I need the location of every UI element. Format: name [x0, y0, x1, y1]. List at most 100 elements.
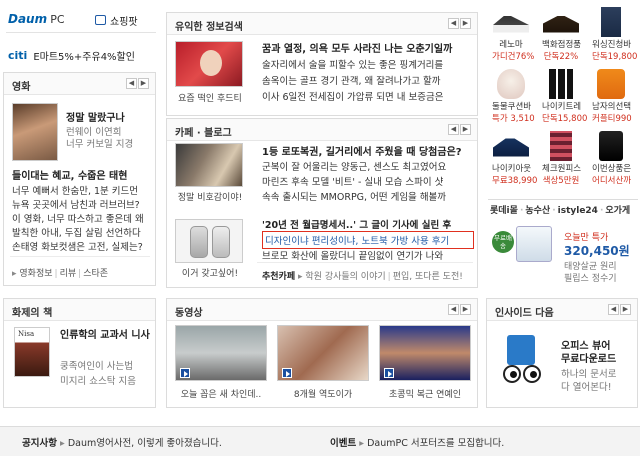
cafe-item[interactable]: 군복이 잘 어울리는 양동근, 센스도 최고였어요: [262, 159, 474, 173]
shop-tabs: 롯데i몰 · 농수산 · istyle24 · 오가게: [490, 206, 631, 216]
product-image[interactable]: [516, 226, 552, 262]
info-thumbnail[interactable]: [175, 41, 243, 87]
shop-tab[interactable]: 롯데i몰: [490, 206, 518, 216]
arrow-right-icon[interactable]: ▶: [460, 18, 471, 29]
rec-item[interactable]: 편입, 또다른 도전!: [393, 272, 463, 282]
notice-text[interactable]: Daum영어사전, 이렇게 좋아졌습니다.: [68, 438, 222, 449]
book-name[interactable]: 인류학의 교과서 니사: [60, 329, 152, 342]
divider: [10, 256, 150, 257]
info-item[interactable]: 이사 6일전 전세집이 가압류 되면 내 보증금은: [262, 89, 474, 103]
free-shipping-badge: 무료배송: [492, 231, 514, 253]
shop-price: 특가 3,510: [492, 114, 535, 124]
video-thumbnail[interactable]: [379, 325, 471, 381]
arrow-right-icon[interactable]: ▶: [460, 124, 471, 135]
rec-item[interactable]: 학원 강사들의 이야기: [305, 272, 385, 282]
info-panel: 유익한 정보검색 ◀ ▶ 요즘 떡인 후드티 꿈과 열정, 의욕 모두 사라진 …: [166, 12, 478, 116]
video-caption[interactable]: 오늘 꼽은 새 차인데..: [171, 387, 271, 400]
movie-item[interactable]: 이 영화, 너무 따스하고 좋은데 왜: [12, 211, 154, 225]
movie-feature-title[interactable]: 정말 말랐구나: [66, 109, 125, 124]
shop-tab[interactable]: istyle24: [558, 206, 598, 216]
info-item[interactable]: 술자리에서 술을 피할수 있는 좋은 핑계거리를: [262, 57, 474, 71]
shop-item[interactable]: 레노마 가디건76%: [492, 7, 534, 62]
shop-item[interactable]: 체크원피스 색상5만원: [542, 131, 581, 186]
movie-starzone-link[interactable]: 스타존: [83, 269, 108, 279]
movie-review-link[interactable]: 리뷰: [60, 269, 77, 279]
info-caption[interactable]: 요즘 떡인 후드티: [171, 91, 249, 104]
inside-header: 인사이드 다음 ◀ ▶: [487, 299, 637, 321]
arrow-left-icon[interactable]: ◀: [448, 124, 459, 135]
badge-text: 무료배송: [494, 234, 512, 250]
video-caption[interactable]: 초콩믹 복근 연예인: [375, 387, 475, 400]
movie-thumbnail[interactable]: [12, 103, 58, 161]
info-headline[interactable]: 꿈과 열정, 의욕 모두 사라진 나는 오춘기일까: [262, 40, 474, 55]
shop-item[interactable]: 워싱진청바 단독19,800: [592, 7, 637, 62]
video-caption[interactable]: 8개월 역도이가: [273, 387, 373, 400]
event-text[interactable]: DaumPC 서포터즈를 모집합니다.: [367, 438, 504, 449]
cafe-item[interactable]: 브로모 화산에 올랐더니 끝임없이 연기가 나와: [262, 248, 474, 262]
arrow-left-icon[interactable]: ◀: [448, 304, 459, 315]
inside-name-2[interactable]: 무료다운로드: [561, 350, 616, 365]
shop-image: [601, 7, 621, 37]
cafe-thumbnail-2[interactable]: [175, 219, 243, 263]
movie-title: 영화: [12, 82, 31, 93]
shop-item[interactable]: 백화점정품 단독22%: [542, 7, 581, 62]
arrow-left-icon[interactable]: ◀: [608, 304, 619, 315]
book-cover-title: Nisa: [18, 330, 35, 338]
cafe-item[interactable]: 마린즈 후속 모델 '비트' - 실내 모습 스파이 샷: [262, 174, 474, 188]
shop-item[interactable]: 나이키트레 단독15,800: [542, 69, 587, 124]
cafe-item[interactable]: 속속 출시되는 MMORPG, 어떤 게임을 해볼까: [262, 189, 474, 203]
arrow-right-icon[interactable]: ▶: [620, 304, 631, 315]
shop-item[interactable]: 남자의선택 커플티990: [592, 69, 632, 124]
arrow-left-icon[interactable]: ◀: [448, 18, 459, 29]
cafe-highlight-item[interactable]: 디자인이냐 편리성이냐, 노트북 가방 사용 후기: [262, 231, 474, 249]
office-viewer-icon[interactable]: [501, 331, 545, 389]
arrow-right-icon[interactable]: ▶: [138, 78, 149, 89]
inside-line: 다 열어본다!: [561, 382, 612, 393]
shop-image: [599, 131, 623, 161]
inside-title: 인사이드 다음: [495, 308, 554, 319]
video-thumbnail[interactable]: [175, 325, 267, 381]
cafe-panel: 카페 · 블로그 ◀ ▶ 정말 비호감이야! 1등 로또복권, 길거리에서 주웠…: [166, 118, 478, 288]
arrow-right-icon[interactable]: ▶: [460, 304, 471, 315]
movie-item[interactable]: 뉴욕 곳곳에서 남친과 러브러브?: [12, 197, 154, 211]
movie-info-link[interactable]: 영화정보: [19, 269, 52, 279]
citi-banner[interactable]: citi E마트5%+주유4%할인: [8, 48, 135, 63]
notice[interactable]: 공지사항 ▸ Daum영어사전, 이렇게 좋아졌습니다.: [22, 435, 222, 449]
daum-pc-logo[interactable]: Daum PC: [8, 12, 68, 28]
arrow-left-icon[interactable]: ◀: [126, 78, 137, 89]
cafe-header: 카페 · 블로그 ◀ ▶: [167, 119, 477, 141]
cafe-headline-2[interactable]: '20년 전 월급명세서..' 그 글이 기사에 실린 후: [262, 217, 474, 231]
cafe-caption[interactable]: 정말 비호감이야!: [171, 190, 249, 203]
product-brand: 필립스 정수기: [564, 274, 617, 284]
product-price[interactable]: 320,450원: [564, 242, 630, 259]
shopping-link[interactable]: 쇼핑팟: [95, 12, 138, 28]
face-shape: [200, 50, 222, 76]
shop-panel: 레노마 가디건76% 백화점정품 단독22% 워싱진청바 단독19,800 둘물…: [486, 5, 638, 201]
notice-bar: 공지사항 ▸ Daum영어사전, 이렇게 좋아졌습니다. 이벤트 ▸ DaumP…: [0, 426, 640, 456]
shop-item[interactable]: 이번상품은 어디서산까: [592, 131, 632, 186]
shop-item[interactable]: 둘물쿠션바 특가 3,510: [492, 69, 535, 124]
cafe-caption-2[interactable]: 이거 갖고싶어!: [171, 266, 249, 279]
info-item[interactable]: 솜옥이는 골프 경기 관객, 왜 잘려나가고 할까: [262, 73, 474, 87]
movie-item[interactable]: 발칙한 아내, 두집 살림 선언하다: [12, 225, 154, 239]
cafe-thumbnail[interactable]: [175, 143, 243, 187]
movie-item[interactable]: 너무 예뻐서 한숨만, 1분 키드먼: [12, 183, 154, 197]
cafe-headline[interactable]: 1등 로또복권, 길거리에서 주웠을 때 당첨금은?: [262, 143, 474, 158]
shop-price: 어디서산까: [592, 176, 632, 186]
shop-image: [493, 16, 529, 33]
shop-price: 색상5만원: [542, 176, 580, 186]
shop-item[interactable]: 나이키아웃 무료38,990: [492, 131, 537, 186]
cafe-title: 카페 · 블로그: [175, 128, 232, 139]
shop-tab[interactable]: 오가게: [605, 206, 630, 216]
shop-image: [597, 69, 625, 99]
info-title: 유익한 정보검색: [175, 22, 243, 33]
video-thumbnail[interactable]: [277, 325, 369, 381]
daum-logo: Daum: [8, 12, 48, 26]
book-cover[interactable]: Nisa: [14, 327, 50, 377]
event[interactable]: 이벤트 ▸ DaumPC 서포터즈를 모집합니다.: [330, 435, 504, 449]
shop-image: [497, 69, 525, 99]
shopping-label: 쇼핑팟: [110, 16, 138, 28]
movie-item[interactable]: 손태영 화보컷샘은 고전, 실제는?: [12, 239, 154, 253]
movie-headline[interactable]: 들이대는 혜교, 수줍은 태현: [12, 167, 127, 182]
shop-tab[interactable]: 농수산: [525, 206, 550, 216]
